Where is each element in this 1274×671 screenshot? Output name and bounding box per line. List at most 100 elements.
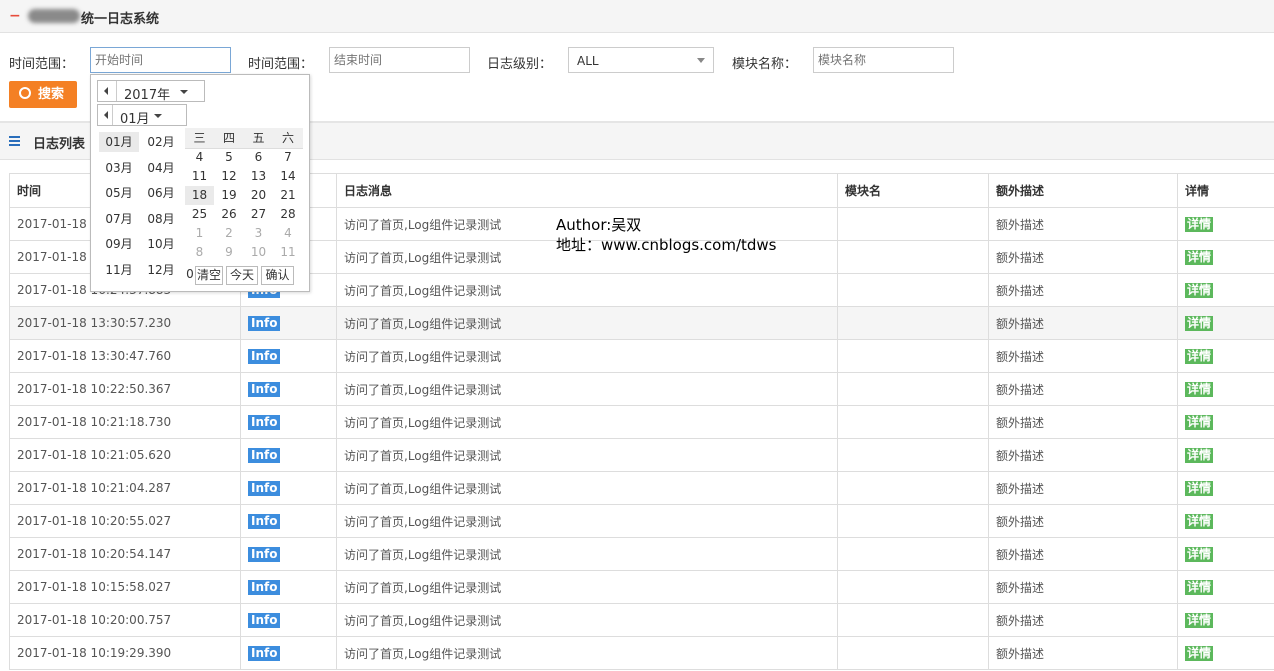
prev-month-icon[interactable] <box>98 105 113 125</box>
module-name-input[interactable] <box>813 47 954 73</box>
day-cell[interactable]: 21 <box>274 186 303 205</box>
column-header-message[interactable]: 日志消息 <box>336 173 838 208</box>
confirm-button[interactable]: 确认 <box>261 266 294 285</box>
time-cell: 2017-01-18 13:30:57.230 <box>9 306 241 340</box>
time-cell: 2017-01-18 10:15:58.027 <box>9 570 241 604</box>
month-option[interactable]: 05月 <box>99 183 139 203</box>
day-cell[interactable]: 2 <box>215 224 244 243</box>
day-cell[interactable]: 7 <box>274 148 303 167</box>
time-cell: 2017-01-18 10:21:04.287 <box>9 471 241 505</box>
weekday-label: 六 <box>281 131 294 145</box>
month-option[interactable]: 07月 <box>99 209 139 229</box>
detail-button[interactable]: 详情 <box>1185 315 1214 331</box>
level-badge: Info <box>248 381 281 397</box>
detail-button[interactable]: 详情 <box>1185 414 1214 430</box>
end-time-input[interactable] <box>329 47 470 73</box>
month-option[interactable]: 09月 <box>99 234 139 254</box>
time-cell: 2017-01-18 10:20:54.147 <box>9 537 241 571</box>
level-cell: Info <box>240 306 337 340</box>
day-cell[interactable]: 6 <box>244 148 273 167</box>
level-cell: Info <box>240 504 337 538</box>
clear-button[interactable]: 清空 <box>195 266 223 285</box>
day-cell[interactable]: 9 <box>215 243 244 262</box>
column-header-detail[interactable]: 详情 <box>1177 173 1274 208</box>
detail-button[interactable]: 详情 <box>1185 513 1214 529</box>
detail-button[interactable]: 详情 <box>1185 381 1214 397</box>
day-cell[interactable]: 5 <box>215 148 244 167</box>
level-cell: Info <box>240 438 337 472</box>
day-cell[interactable]: 19 <box>215 186 244 205</box>
day-cell[interactable]: 28 <box>274 205 303 224</box>
day-cell[interactable]: 4 <box>274 224 303 243</box>
log-level-select[interactable]: ALL <box>568 47 714 73</box>
month-dropdown-icon <box>154 114 162 118</box>
extra-cell: 额外描述 <box>988 636 1178 670</box>
search-button[interactable]: 搜索 <box>9 81 77 108</box>
month-option[interactable]: 10月 <box>141 234 181 254</box>
day-cell[interactable]: 25 <box>185 205 214 224</box>
message-cell: 访问了首页,Log组件记录测试 <box>336 537 838 571</box>
month-option[interactable]: 01月 <box>99 132 139 152</box>
day-cell[interactable]: 4 <box>185 148 214 167</box>
module-cell <box>837 372 989 406</box>
detail-button[interactable]: 详情 <box>1185 348 1214 364</box>
table-row: 2017-01-18 13:30:57.230 Info 访问了首页,Log组件记录… <box>9 306 1274 340</box>
day-cell[interactable]: 11 <box>274 243 303 262</box>
day-cell[interactable]: 14 <box>274 167 303 186</box>
day-cell[interactable]: 8 <box>185 243 214 262</box>
start-time-input[interactable] <box>90 47 231 73</box>
level-cell: Info <box>240 339 337 373</box>
weekday-label: 三 <box>193 131 206 145</box>
prev-year-icon[interactable] <box>98 81 117 101</box>
blurred-title-prefix <box>28 9 80 23</box>
year-selector[interactable]: 2017年 <box>97 80 205 103</box>
day-cell[interactable]: 3 <box>244 224 273 243</box>
month-option[interactable]: 08月 <box>141 209 181 229</box>
extra-cell: 额外描述 <box>988 372 1178 406</box>
column-header-module[interactable]: 模块名 <box>837 173 989 208</box>
detail-button[interactable]: 详情 <box>1185 216 1214 232</box>
detail-button[interactable]: 详情 <box>1185 282 1214 298</box>
detail-cell: 详情 <box>1177 273 1274 307</box>
year-dropdown-icon <box>180 90 188 94</box>
detail-button[interactable]: 详情 <box>1185 249 1214 265</box>
today-button[interactable]: 今天 <box>226 266 258 285</box>
column-header-extra[interactable]: 额外描述 <box>988 173 1178 208</box>
month-dropdown-panel: 01月 02月 03月 04月 05月 06月 07月 08月 09月 10月 11月 12月 <box>97 128 185 286</box>
time-cell: 2017-01-18 10:21:05.620 <box>9 438 241 472</box>
level-badge: Info <box>248 447 281 463</box>
month-option[interactable]: 03月 <box>99 158 139 178</box>
search-icon <box>19 87 31 99</box>
day-cell[interactable]: 26 <box>215 205 244 224</box>
module-cell <box>837 570 989 604</box>
message-cell: 访问了首页,Log组件记录测试 <box>336 603 838 637</box>
detail-button[interactable]: 详情 <box>1185 579 1214 595</box>
module-cell <box>837 405 989 439</box>
day-cell[interactable]: 20 <box>244 186 273 205</box>
detail-button[interactable]: 详情 <box>1185 447 1214 463</box>
collapse-icon[interactable]: − <box>9 8 21 24</box>
month-option[interactable]: 12月 <box>141 260 181 280</box>
month-option[interactable]: 06月 <box>141 183 181 203</box>
list-icon <box>9 136 20 148</box>
module-cell <box>837 438 989 472</box>
day-cell[interactable]: 1 <box>185 224 214 243</box>
detail-button[interactable]: 详情 <box>1185 612 1214 628</box>
day-cell[interactable]: 10 <box>244 243 273 262</box>
detail-button[interactable]: 详情 <box>1185 546 1214 562</box>
day-cell[interactable]: 18 <box>185 186 214 205</box>
day-cell[interactable]: 12 <box>215 167 244 186</box>
detail-button[interactable]: 详情 <box>1185 480 1214 496</box>
day-cell[interactable]: 13 <box>244 167 273 186</box>
day-cell[interactable]: 11 <box>185 167 214 186</box>
month-option[interactable]: 02月 <box>141 132 181 152</box>
month-option[interactable]: 04月 <box>141 158 181 178</box>
level-badge: Info <box>248 645 281 661</box>
level-badge: Info <box>248 546 281 562</box>
month-option[interactable]: 11月 <box>99 260 139 280</box>
month-selector[interactable]: 01月 <box>97 104 187 127</box>
detail-cell: 详情 <box>1177 504 1274 538</box>
level-cell: Info <box>240 471 337 505</box>
day-cell[interactable]: 27 <box>244 205 273 224</box>
detail-button[interactable]: 详情 <box>1185 645 1214 661</box>
